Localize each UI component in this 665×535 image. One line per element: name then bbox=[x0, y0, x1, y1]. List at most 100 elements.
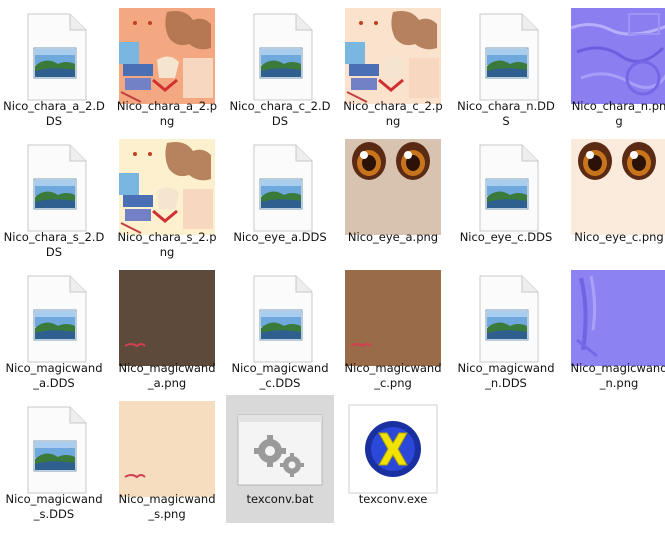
file-item[interactable]: Nico_eye_c.DDS bbox=[452, 133, 560, 261]
file-name-label: Nico_eye_a.DDS bbox=[228, 230, 332, 245]
file-item[interactable]: Nico_magicwand _c.png bbox=[339, 264, 447, 392]
texture-thumbnail bbox=[119, 8, 215, 104]
batch-file-icon bbox=[232, 401, 328, 497]
file-name-label: Nico_magicwand _a.DDS bbox=[2, 361, 106, 391]
file-name-label: Nico_chara_n.pn g bbox=[567, 99, 665, 129]
file-name-label: Nico_chara_a_2.D DS bbox=[2, 99, 106, 129]
dds-file-icon bbox=[6, 139, 102, 235]
file-name-line: _n.DDS bbox=[485, 376, 527, 390]
file-name-line: Nico_chara_n.DD bbox=[457, 99, 555, 113]
file-item[interactable]: Nico_magicwand _c.DDS bbox=[226, 264, 334, 392]
file-name-line: ng bbox=[159, 114, 175, 128]
file-name-label: Nico_chara_n.DD S bbox=[454, 99, 558, 129]
file-name-line: Nico_magicwand bbox=[5, 361, 103, 375]
dds-file-icon bbox=[6, 8, 102, 104]
file-name-line: _c.png bbox=[374, 376, 412, 390]
file-name-label: texconv.bat bbox=[228, 492, 332, 507]
file-name-line: ng bbox=[385, 114, 401, 128]
file-name-label: Nico_magicwand _s.png bbox=[115, 492, 219, 522]
file-name-label: Nico_magicwand _a.png bbox=[115, 361, 219, 391]
file-name-line: Nico_eye_a.png bbox=[347, 230, 439, 244]
texture-thumbnail bbox=[119, 401, 215, 497]
normal-map-thumbnail bbox=[571, 8, 665, 104]
file-name-label: Nico_chara_c_2.p ng bbox=[341, 99, 445, 129]
file-name-label: Nico_eye_a.png bbox=[341, 230, 445, 245]
file-name-line: _a.png bbox=[147, 376, 187, 390]
file-name-line: Nico_eye_c.png bbox=[574, 230, 664, 244]
file-name-label: Nico_magicwand _s.DDS bbox=[2, 492, 106, 522]
file-name-line: texconv.exe bbox=[358, 492, 428, 506]
file-name-line: ng bbox=[159, 245, 175, 259]
dds-file-icon bbox=[232, 8, 328, 104]
file-name-label: Nico_chara_s_2.p ng bbox=[115, 230, 219, 260]
file-item[interactable]: Nico_chara_a_2.p ng bbox=[113, 2, 221, 130]
file-name-label: Nico_magicwand _n.png bbox=[567, 361, 665, 391]
file-item[interactable]: Nico_chara_c_2.D DS bbox=[226, 2, 334, 130]
file-item[interactable]: Nico_chara_n.pn g bbox=[565, 2, 665, 130]
file-name-line: Nico_chara_a_2.D bbox=[3, 99, 105, 113]
texture-thumbnail bbox=[119, 139, 215, 235]
file-item[interactable]: Nico_magicwand _s.png bbox=[113, 395, 221, 523]
file-name-line: _s.DDS bbox=[33, 507, 75, 521]
file-item[interactable]: Nico_eye_a.DDS bbox=[226, 133, 334, 261]
file-name-label: Nico_magicwand _n.DDS bbox=[454, 361, 558, 391]
file-item[interactable]: Nico_chara_c_2.p ng bbox=[339, 2, 447, 130]
file-name-line: Nico_chara_c_2.D bbox=[229, 99, 331, 113]
file-item[interactable]: Nico_magicwand _n.png bbox=[565, 264, 665, 392]
file-item[interactable]: texconv.exe bbox=[339, 395, 447, 523]
file-name-line: Nico_chara_c_2.p bbox=[343, 99, 443, 113]
directx-exe-icon bbox=[345, 401, 441, 497]
file-name-line: _n.png bbox=[599, 376, 639, 390]
dds-file-icon bbox=[232, 270, 328, 366]
file-name-line: g bbox=[615, 114, 623, 128]
file-name-line: texconv.bat bbox=[246, 492, 314, 506]
file-name-line: Nico_chara_s_2.p bbox=[117, 230, 217, 244]
file-name-label: texconv.exe bbox=[341, 492, 445, 507]
file-item[interactable]: Nico_magicwand _s.DDS bbox=[0, 395, 108, 523]
file-name-line: _s.png bbox=[148, 507, 186, 521]
dds-file-icon bbox=[458, 139, 554, 235]
file-item[interactable]: Nico_chara_n.DD S bbox=[452, 2, 560, 130]
file-name-line: _c.DDS bbox=[259, 376, 301, 390]
file-name-line: Nico_chara_n.pn bbox=[571, 99, 665, 113]
file-name-label: Nico_chara_c_2.D DS bbox=[228, 99, 332, 129]
file-name-line: S bbox=[502, 114, 510, 128]
file-name-line: Nico_magicwand bbox=[5, 492, 103, 506]
file-name-label: Nico_eye_c.DDS bbox=[454, 230, 558, 245]
file-name-label: Nico_magicwand _c.png bbox=[341, 361, 445, 391]
dds-file-icon bbox=[6, 401, 102, 497]
file-name-label: Nico_eye_c.png bbox=[567, 230, 665, 245]
file-name-line: Nico_eye_a.DDS bbox=[233, 230, 327, 244]
file-name-line: Nico_magicwand bbox=[118, 361, 216, 375]
file-name-line: Nico_magicwand bbox=[118, 492, 216, 506]
file-name-line: Nico_magicwand bbox=[457, 361, 555, 375]
file-name-line: Nico_magicwand bbox=[344, 361, 442, 375]
dds-file-icon bbox=[232, 139, 328, 235]
file-item[interactable]: texconv.bat bbox=[226, 395, 334, 523]
file-name-label: Nico_magicwand _c.DDS bbox=[228, 361, 332, 391]
dds-file-icon bbox=[458, 8, 554, 104]
texture-thumbnail bbox=[345, 8, 441, 104]
file-name-line: DS bbox=[271, 114, 289, 128]
file-name-line: DS bbox=[45, 114, 63, 128]
file-item[interactable]: Nico_magicwand _a.png bbox=[113, 264, 221, 392]
file-item[interactable]: Nico_chara_s_2.D DS bbox=[0, 133, 108, 261]
texture-thumbnail bbox=[119, 270, 215, 366]
dds-file-icon bbox=[6, 270, 102, 366]
file-item[interactable]: Nico_eye_c.png bbox=[565, 133, 665, 261]
file-item[interactable]: Nico_magicwand _n.DDS bbox=[452, 264, 560, 392]
eye-texture-thumbnail bbox=[345, 139, 441, 235]
file-item[interactable]: Nico_chara_s_2.p ng bbox=[113, 133, 221, 261]
file-item[interactable]: Nico_chara_a_2.D DS bbox=[0, 2, 108, 130]
normal-map-thumbnail bbox=[571, 270, 665, 366]
eye-texture-thumbnail bbox=[571, 139, 665, 235]
file-item[interactable]: Nico_eye_a.png bbox=[339, 133, 447, 261]
file-item[interactable]: Nico_magicwand _a.DDS bbox=[0, 264, 108, 392]
file-name-line: Nico_magicwand bbox=[231, 361, 329, 375]
file-name-line: Nico_chara_a_2.p bbox=[116, 99, 218, 113]
texture-thumbnail bbox=[345, 270, 441, 366]
file-name-line: Nico_chara_s_2.D bbox=[3, 230, 105, 244]
file-name-label: Nico_chara_a_2.p ng bbox=[115, 99, 219, 129]
file-name-line: _a.DDS bbox=[33, 376, 75, 390]
dds-file-icon bbox=[458, 270, 554, 366]
